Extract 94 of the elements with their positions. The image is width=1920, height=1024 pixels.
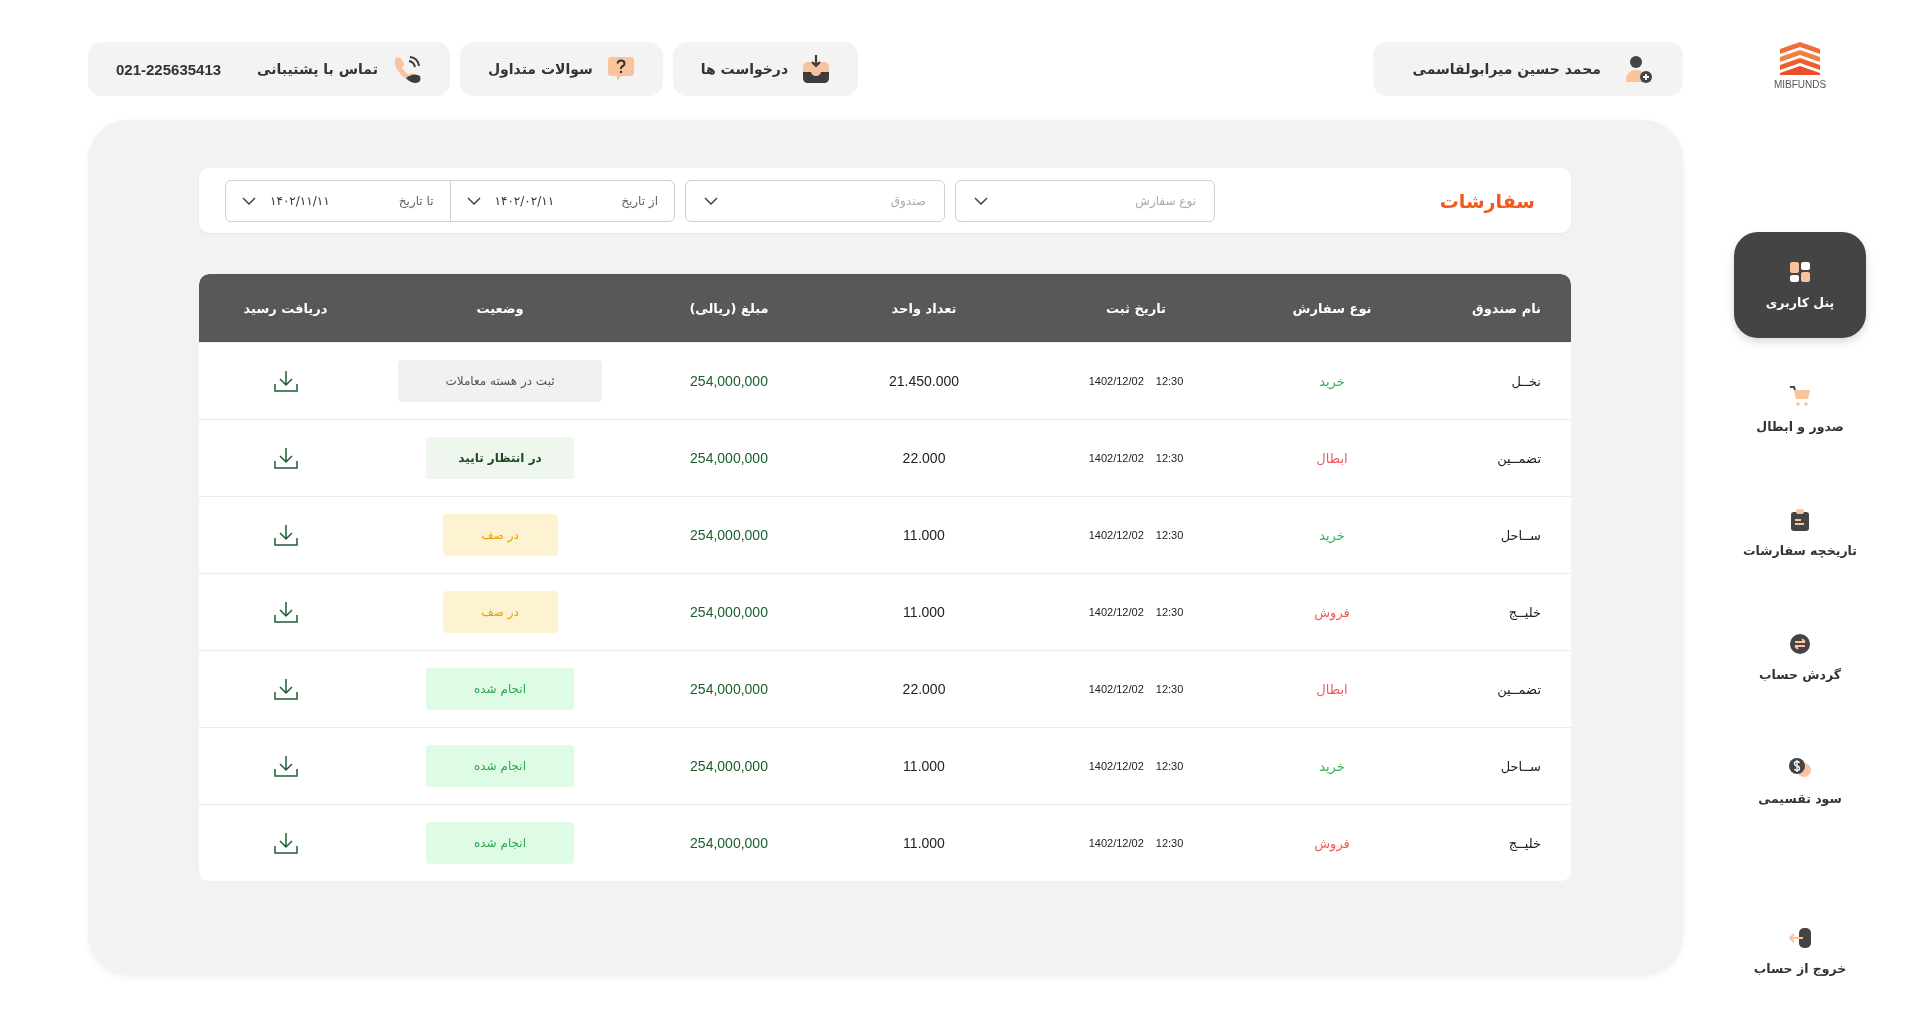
download-icon[interactable] — [273, 678, 298, 700]
download-icon[interactable] — [273, 601, 298, 623]
time: 12:30 — [1155, 760, 1184, 772]
unit-count: 11.000 — [903, 604, 945, 620]
amount: 254,000,000 — [690, 373, 768, 389]
column-header: نام صندوق — [1471, 300, 1542, 316]
inbox-icon — [802, 54, 831, 84]
column-header: نوع سفارش — [1291, 300, 1373, 316]
amount: 254,000,000 — [690, 450, 768, 466]
clipboard-icon — [1790, 508, 1810, 531]
amount: 254,000,000 — [690, 681, 768, 697]
download-icon[interactable] — [273, 832, 298, 854]
amount: 254,000,000 — [690, 835, 768, 851]
fund-name: خلیــج — [1508, 604, 1541, 620]
column-header: تعداد واحد — [890, 300, 958, 316]
dashboard-icon — [1789, 260, 1811, 283]
column-header: دریافت رسید — [242, 300, 329, 316]
time: 12:30 — [1155, 837, 1184, 849]
time: 12:30 — [1155, 529, 1184, 541]
user-profile-button[interactable]: محمد حسین میرابولقاسمی — [1373, 42, 1683, 96]
date: 1402/12/02 — [1088, 375, 1144, 387]
status-badge: انجام شده — [426, 822, 574, 864]
faq-button[interactable]: سوالات متداول — [459, 42, 663, 96]
fund-name: خلیــج — [1508, 835, 1541, 851]
requests-button[interactable]: درخواست ها — [672, 42, 859, 96]
order-type: فروش — [1314, 835, 1350, 851]
brand-name: MIBFUNDS — [1773, 79, 1827, 90]
time: 12:30 — [1155, 606, 1184, 618]
status-badge: در صف — [442, 591, 558, 633]
order-type: خرید — [1319, 758, 1345, 774]
amount: 254,000,000 — [690, 758, 768, 774]
column-header: مبلغ (ریالی) — [688, 300, 770, 316]
chevron-down-icon — [242, 196, 256, 205]
time: 12:30 — [1155, 452, 1184, 464]
logo-icon — [1778, 41, 1822, 75]
order-type: خرید — [1319, 373, 1345, 389]
order-type: خرید — [1319, 527, 1345, 543]
status-badge: در انتظار تایید — [426, 437, 574, 479]
column-header: تاریخ ثبت — [1105, 300, 1167, 316]
unit-count: 11.000 — [903, 527, 945, 543]
date-picker[interactable]: تا تاریخ ۱۴۰۲/۱۱/۱۱ — [226, 180, 450, 221]
fund-name: ســاحل — [1500, 758, 1541, 774]
date: 1402/12/02 — [1088, 837, 1144, 849]
order-type: ابطال — [1316, 450, 1348, 466]
fund-name: تضمــین — [1497, 450, 1541, 466]
date: 1402/12/02 — [1088, 760, 1144, 772]
download-icon[interactable] — [273, 370, 298, 392]
logout-icon — [1788, 926, 1812, 949]
page-title: سفارشات — [1438, 189, 1535, 212]
status-badge: در صف — [442, 514, 558, 556]
sidebar-item[interactable]: پنل کاربری — [1734, 232, 1866, 338]
chevron-down-icon — [974, 196, 988, 205]
phone-number: 021-225635413 — [116, 60, 222, 78]
amount: 254,000,000 — [690, 604, 768, 620]
date: 1402/12/02 — [1088, 606, 1144, 618]
button-label: درخواست ها — [700, 61, 789, 77]
button-label: سوالات متداول — [487, 61, 593, 77]
button-label: تماس با پشتیبانی — [257, 61, 378, 77]
unit-count: 11.000 — [903, 758, 945, 774]
chevron-down-icon — [466, 196, 481, 205]
exchange-icon — [1789, 632, 1811, 655]
date: 1402/12/02 — [1088, 529, 1144, 541]
sidebar-item[interactable]: سود تقسیمی — [1734, 728, 1866, 834]
cart-icon — [1789, 384, 1811, 407]
download-icon[interactable] — [273, 447, 298, 469]
order-type: فروش — [1314, 604, 1350, 620]
download-icon[interactable] — [273, 524, 298, 546]
sidebar-item[interactable]: صدور و ابطال — [1734, 356, 1866, 462]
chevron-down-icon — [704, 196, 718, 205]
fund-name: تضمــین — [1497, 681, 1541, 697]
date: 1402/12/02 — [1088, 452, 1144, 464]
fund-name: ســاحل — [1500, 527, 1541, 543]
column-header: وضعیت — [475, 300, 525, 316]
sidebar-item[interactable]: گردش حساب — [1734, 604, 1866, 710]
unit-count: 22.000 — [902, 450, 946, 466]
question-icon — [606, 55, 635, 83]
time: 12:30 — [1155, 683, 1184, 695]
sidebar-item[interactable]: تاریخچه سفارشات — [1734, 480, 1866, 586]
unit-count: 21.450.000 — [888, 373, 960, 389]
coin-icon — [1788, 756, 1812, 779]
fund-name: نخــل — [1511, 373, 1541, 389]
amount: 254,000,000 — [690, 527, 768, 543]
user-add-icon — [1623, 54, 1653, 84]
time: 12:30 — [1155, 375, 1184, 387]
date: 1402/12/02 — [1088, 683, 1144, 695]
status-badge: انجام شده — [426, 668, 574, 710]
date-picker[interactable]: از تاریخ ۱۴۰۲/۰۲/۱۱ — [449, 180, 674, 221]
status-badge: انجام شده — [426, 745, 574, 787]
status-badge: ثبت در هسته معاملات — [398, 360, 602, 402]
logout-button[interactable]: خروج از حساب — [1734, 898, 1866, 1004]
unit-count: 22.000 — [902, 681, 946, 697]
download-icon[interactable] — [273, 755, 298, 777]
unit-count: 11.000 — [903, 835, 945, 851]
order-type: ابطال — [1316, 681, 1348, 697]
